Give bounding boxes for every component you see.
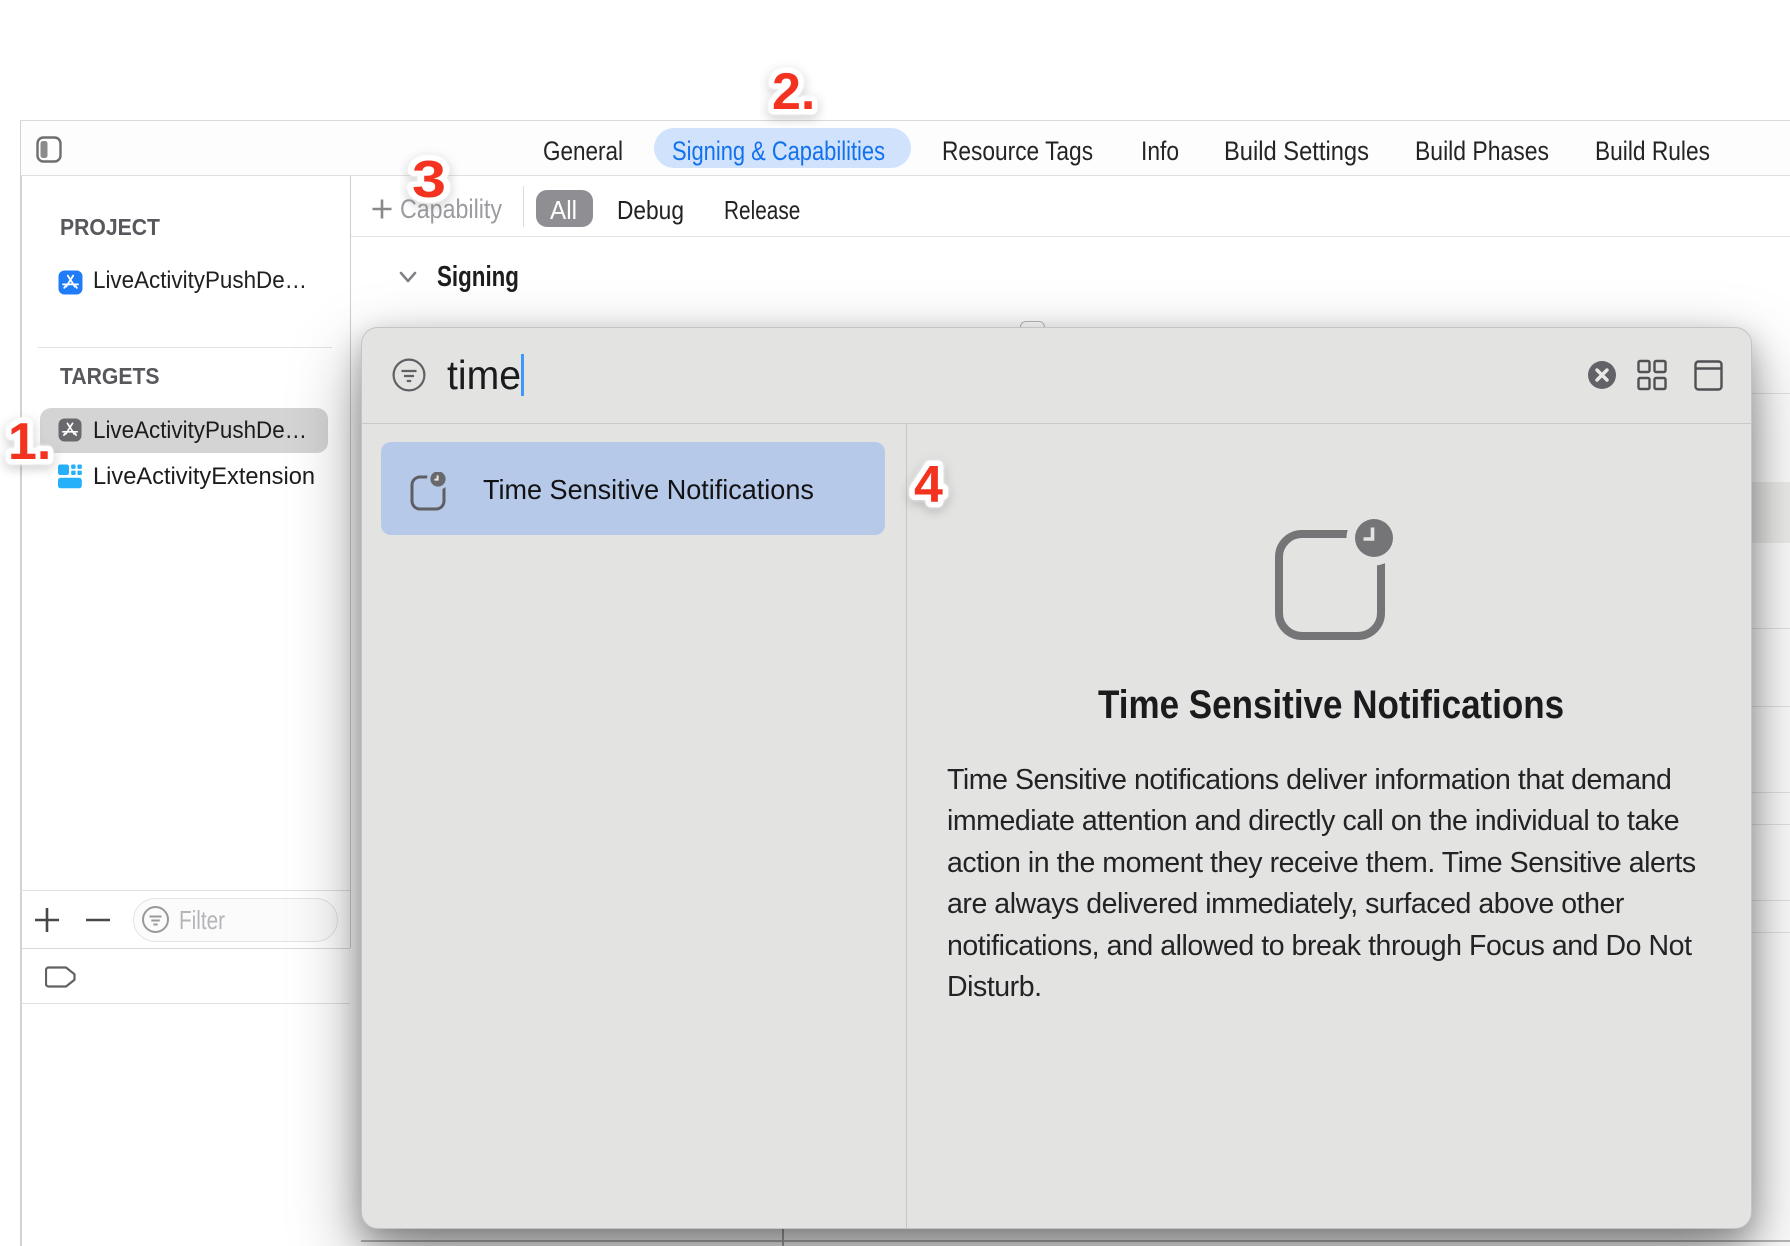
svg-text:1.: 1. [8, 413, 51, 471]
svg-text:3: 3 [412, 151, 446, 209]
svg-text:4: 4 [914, 456, 943, 514]
svg-text:2.: 2. [772, 63, 815, 121]
